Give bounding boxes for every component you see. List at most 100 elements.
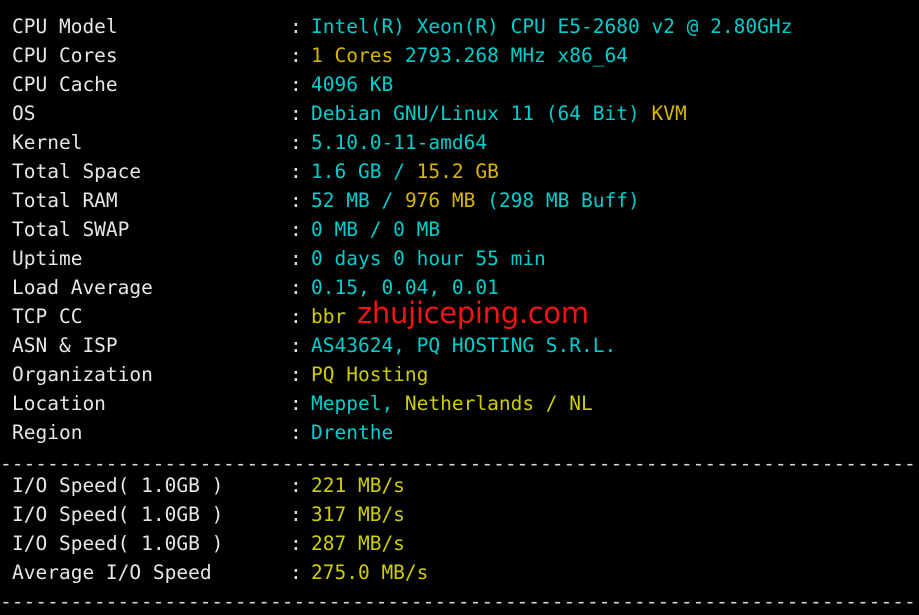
system-info-value-part: KVM (651, 102, 687, 125)
system-info-value-part: Netherlands / NL (404, 392, 593, 415)
system-info-value: Debian GNU/Linux 11 (64 Bit) KVM (311, 99, 687, 128)
io-speed-row: I/O Speed( 1.0GB ):221 MB/s (0, 471, 919, 500)
system-info-value-part: 15.2 GB (416, 160, 499, 183)
field-colon: : (290, 561, 302, 584)
io-speed-value-part: 317 MB/s (311, 503, 405, 526)
system-info-value: 1 Cores 2793.268 MHz x86_64 (311, 41, 628, 70)
system-info-row: CPU Model: Intel(R) Xeon(R) CPU E5-2680 v… (0, 12, 919, 41)
system-info-label: Total RAM (12, 189, 118, 212)
system-info-label: Location (12, 392, 106, 415)
system-info-value-part: Intel(R) Xeon(R) CPU E5-2680 v2 @ 2.80GH… (311, 15, 793, 38)
system-info-label: Load Average (12, 276, 153, 299)
system-info-label: CPU Cores (12, 44, 118, 67)
system-info-value-part: (298 MB Buff) (487, 189, 640, 212)
system-info-value-part: 52 MB (311, 189, 382, 212)
field-colon: : (290, 276, 302, 299)
system-info-row: TCP CC: bbr (0, 302, 919, 331)
system-info-row: CPU Cores:1 Cores 2793.268 MHz x86_64 (0, 41, 919, 70)
io-speed-value: 287 MB/s (311, 529, 405, 558)
system-info-value-part: 2793.268 MHz x86_64 (404, 44, 628, 67)
field-colon: : (290, 392, 302, 415)
field-colon: : (290, 363, 302, 386)
field-colon: : (290, 73, 302, 96)
system-info-value: 1.6 GB / 15.2 GB (311, 157, 499, 186)
io-speed-row: I/O Speed( 1.0GB ):287 MB/s (0, 529, 919, 558)
system-info-label: Uptime (12, 247, 83, 270)
system-info-value-part: PQ Hosting (311, 363, 429, 386)
io-speed-row: Average I/O Speed:275.0 MB/s (0, 558, 919, 587)
system-info-row: Region: Drenthe (0, 418, 919, 447)
io-speed-value-part: 221 MB/s (311, 474, 405, 497)
system-info-value: 0.15, 0.04, 0.01 (311, 273, 499, 302)
field-colon: : (290, 102, 302, 125)
system-info-value: Drenthe (311, 418, 393, 447)
field-colon: : (290, 189, 302, 212)
system-info-value-part: Drenthe (311, 421, 394, 444)
system-info-value-part: 1.6 GB (311, 160, 394, 183)
system-info-value-part: 0 MB / 0 MB (311, 218, 441, 241)
system-info-row: Uptime:0 days 0 hour 55 min (0, 244, 919, 273)
system-info-label: Total Space (12, 160, 142, 183)
system-info-row: Kernel:5.10.0-11-amd64 (0, 128, 919, 157)
system-info-value-part: 5.10.0-11-amd64 (311, 131, 488, 154)
system-info-row: Total Space:1.6 GB / 15.2 GB (0, 157, 919, 186)
system-info-value-part: / (381, 189, 405, 212)
field-colon: : (290, 421, 302, 444)
field-colon: : (290, 160, 302, 183)
io-speed-label: I/O Speed( 1.0GB ) (12, 532, 224, 555)
system-info-value: AS43624, PQ HOSTING S.R.L. (311, 331, 616, 360)
field-colon: : (290, 503, 302, 526)
system-info-label: CPU Model (12, 15, 118, 38)
system-info-value-part: 1 Cores (311, 44, 405, 67)
system-info-label: Region (12, 421, 83, 444)
system-info-row: Load Average:0.15, 0.04, 0.01 (0, 273, 919, 302)
system-info-value: 5.10.0-11-amd64 (311, 128, 487, 157)
system-info-value: 0 MB / 0 MB (311, 215, 440, 244)
system-info-label: CPU Cache (12, 73, 118, 96)
system-info-row: Total SWAP:0 MB / 0 MB (0, 215, 919, 244)
terminal-window: ----------------------------------------… (0, 0, 919, 615)
system-info-value-part: 0 days 0 hour 55 min (311, 247, 546, 270)
field-colon: : (290, 305, 302, 328)
system-info-label: ASN & ISP (12, 334, 118, 357)
field-colon: : (290, 474, 302, 497)
io-speed-value-part: 275.0 MB/s (311, 561, 429, 584)
system-info-row: Organization: PQ Hosting (0, 360, 919, 389)
system-info-value: 52 MB / 976 MB (298 MB Buff) (311, 186, 640, 215)
separator-bottom: ----------------------------------------… (0, 590, 919, 613)
separator-top: ----------------------------------------… (0, 0, 919, 12)
system-info-value-part: 976 MB (404, 189, 488, 212)
field-colon: : (290, 247, 302, 270)
system-info-value-part: 4096 KB (311, 73, 394, 96)
io-speed-row: I/O Speed( 1.0GB ):317 MB/s (0, 500, 919, 529)
io-speed-value: 317 MB/s (311, 500, 405, 529)
system-info-label: Organization (12, 363, 153, 386)
system-info-label: TCP CC (12, 305, 83, 328)
system-info-value-part: 0.15, 0.04, 0.01 (311, 276, 499, 299)
system-info-value-part: AS43624, PQ HOSTING S.R.L. (311, 334, 617, 357)
system-info-value: Meppel, Netherlands / NL (311, 389, 593, 418)
system-info-value: Intel(R) Xeon(R) CPU E5-2680 v2 @ 2.80GH… (311, 12, 792, 41)
system-info-value-part: Meppel, (311, 392, 405, 415)
io-speed-value: 275.0 MB/s (311, 558, 428, 587)
io-speed-value-part: 287 MB/s (311, 532, 405, 555)
io-speed-value: 221 MB/s (311, 471, 405, 500)
system-info-value: PQ Hosting (311, 360, 428, 389)
io-speed-label: Average I/O Speed (12, 561, 212, 584)
system-info-label: Kernel (12, 131, 83, 154)
system-info-value-part: Debian GNU/Linux 11 (64 Bit) (311, 102, 652, 125)
system-info-label: Total SWAP (12, 218, 130, 241)
system-info-label: OS (12, 102, 36, 125)
field-colon: : (290, 532, 302, 555)
system-info-value-part: bbr (311, 305, 347, 328)
system-info-value: bbr (311, 302, 346, 331)
system-info-row: ASN & ISP: AS43624, PQ HOSTING S.R.L. (0, 331, 919, 360)
system-info-row: CPU Cache:4096 KB (0, 70, 919, 99)
field-colon: : (290, 131, 302, 154)
io-speed-label: I/O Speed( 1.0GB ) (12, 503, 224, 526)
field-colon: : (290, 44, 302, 67)
field-colon: : (290, 218, 302, 241)
field-colon: : (290, 334, 302, 357)
system-info-value: 0 days 0 hour 55 min (311, 244, 546, 273)
system-info-value: 4096 KB (311, 70, 393, 99)
